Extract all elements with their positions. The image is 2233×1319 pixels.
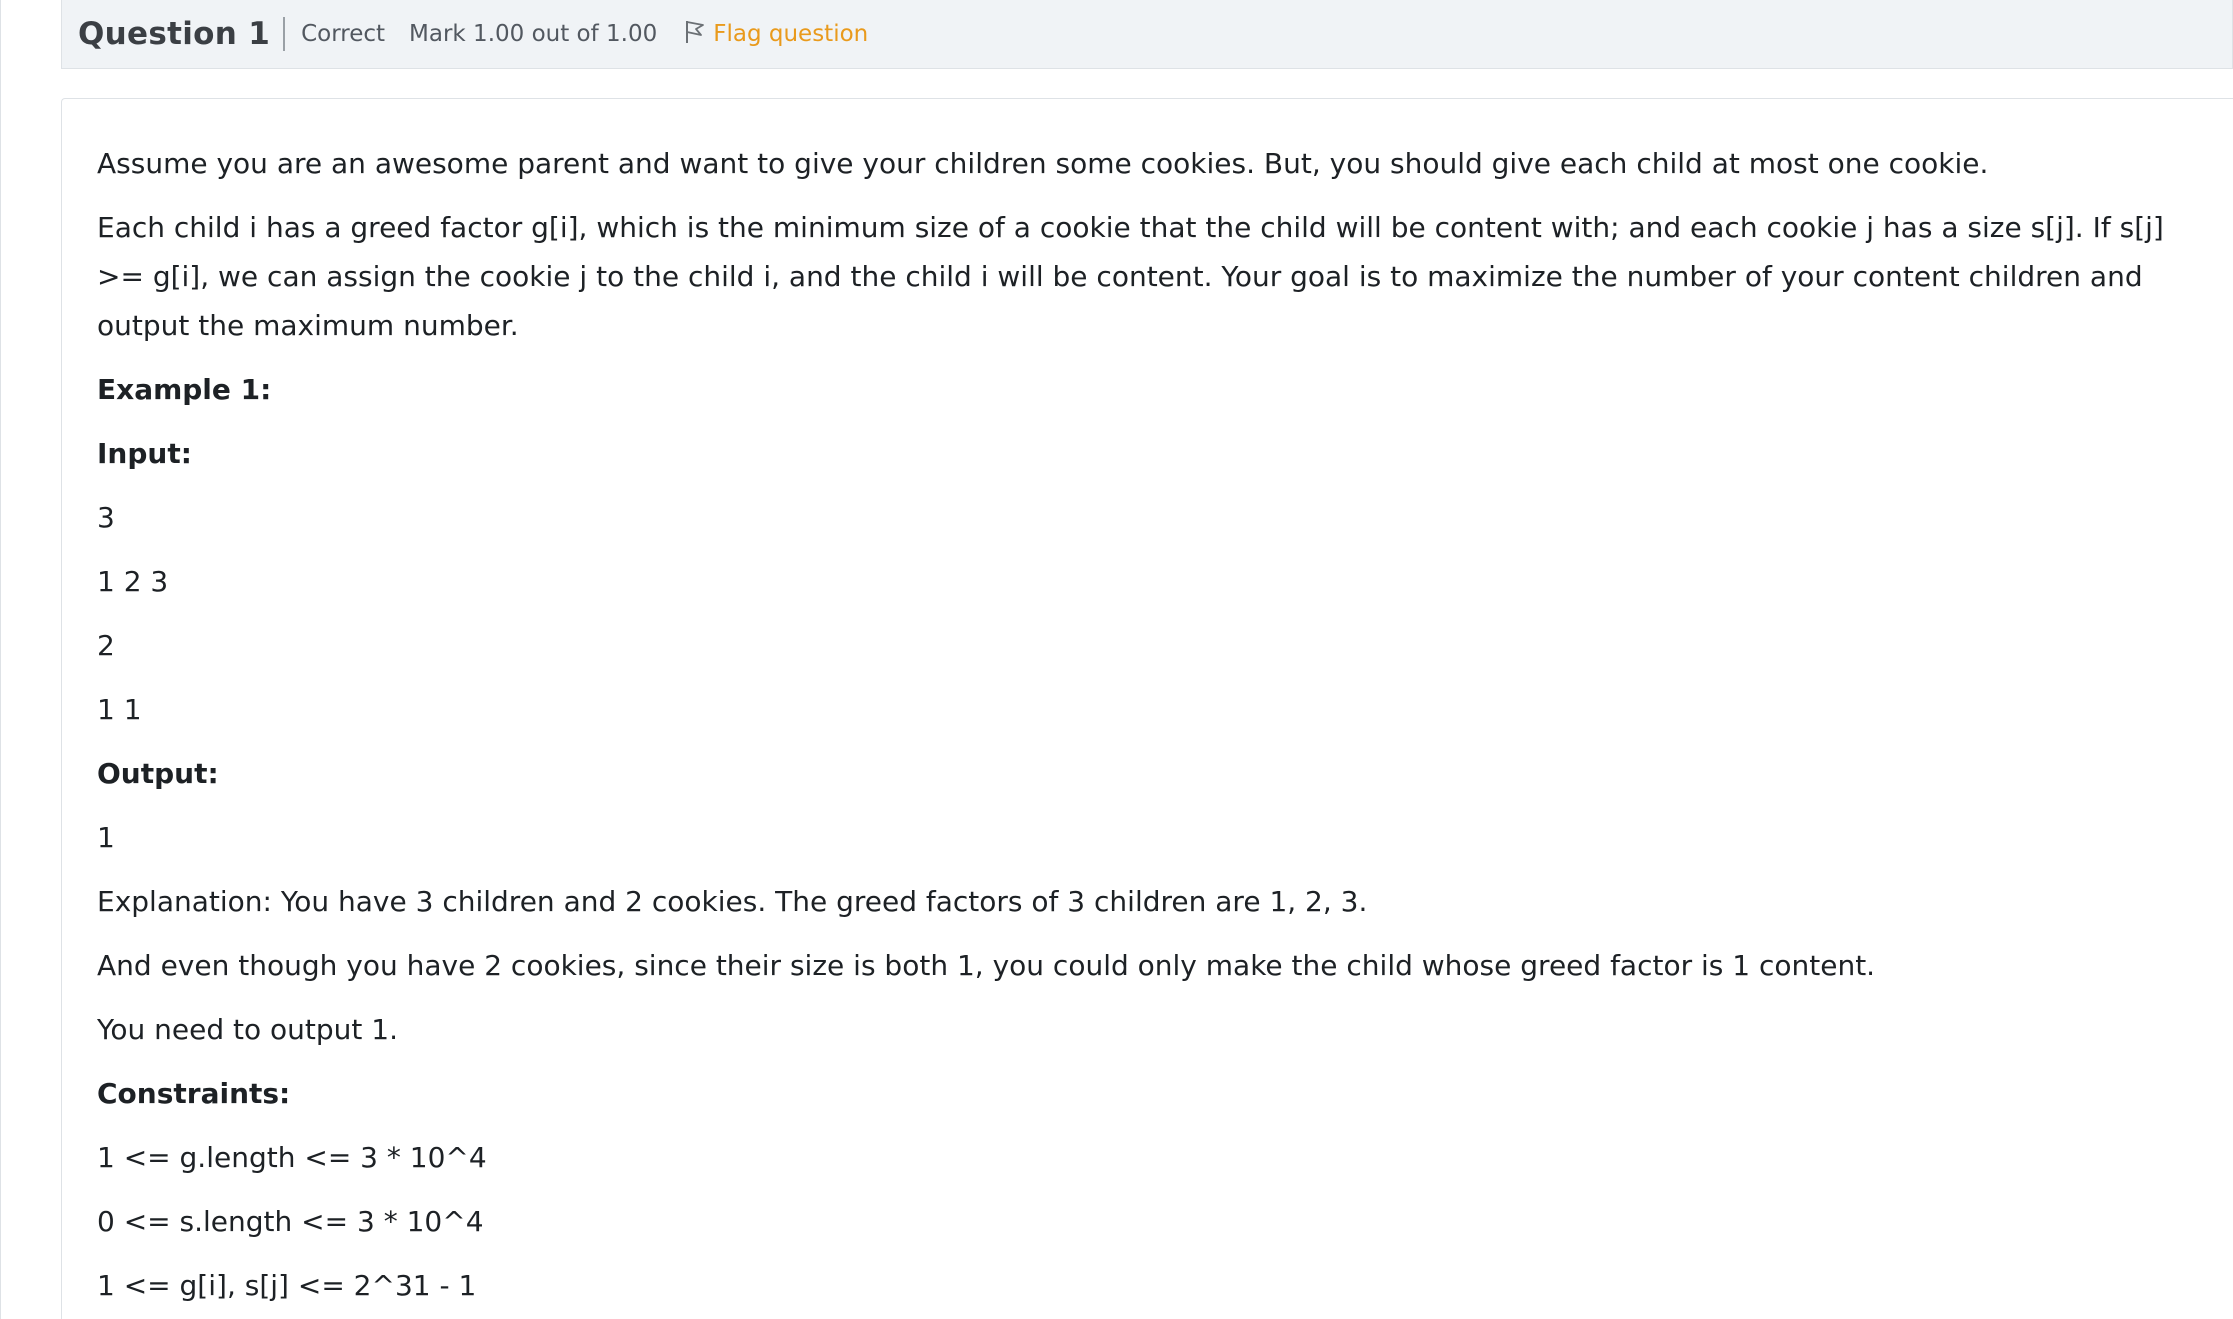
explanation-line: Explanation: You have 3 children and 2 c…: [97, 885, 1368, 918]
example-heading: Example 1:: [97, 373, 272, 406]
constraint-line: 0 <= s.length <= 3 * 10^4: [97, 1205, 484, 1238]
flag-icon: [683, 19, 713, 49]
info-divider: [283, 17, 286, 51]
output-heading: Output:: [97, 757, 219, 790]
explanation-line: You need to output 1.: [97, 1013, 399, 1046]
question-content: Assume you are an awesome parent and wan…: [61, 98, 2233, 1319]
intro-paragraph: Assume you are an awesome parent and wan…: [97, 147, 1989, 180]
input-line: 1 2 3: [97, 565, 169, 598]
output-value: 1: [97, 821, 115, 854]
flag-question-label: Flag question: [713, 21, 869, 47]
input-line: 3: [97, 501, 115, 534]
input-heading: Input:: [97, 437, 192, 470]
input-line: 2: [97, 629, 115, 662]
constraint-line: 1 <= g.length <= 3 * 10^4: [97, 1141, 487, 1174]
description-paragraph: Each child i has a greed factor g[i], wh…: [97, 211, 2164, 342]
left-border: [0, 0, 1, 1319]
input-line: 1 1: [97, 693, 142, 726]
flag-question-link[interactable]: Flag question: [683, 19, 868, 49]
question-info-bar: Question 1 Correct Mark 1.00 out of 1.00…: [61, 0, 2233, 69]
constraint-line: 1 <= g[i], s[j] <= 2^31 - 1: [97, 1269, 477, 1302]
constraints-heading: Constraints:: [97, 1077, 291, 1110]
question-number: Question 1: [78, 16, 271, 52]
explanation-line: And even though you have 2 cookies, sinc…: [97, 949, 1876, 982]
question-state: Correct: [301, 21, 386, 47]
question-text: Assume you are an awesome parent and wan…: [97, 139, 2198, 1310]
question-grade: Mark 1.00 out of 1.00: [409, 21, 658, 47]
quiz-page: Question 1 Correct Mark 1.00 out of 1.00…: [0, 0, 2233, 1319]
